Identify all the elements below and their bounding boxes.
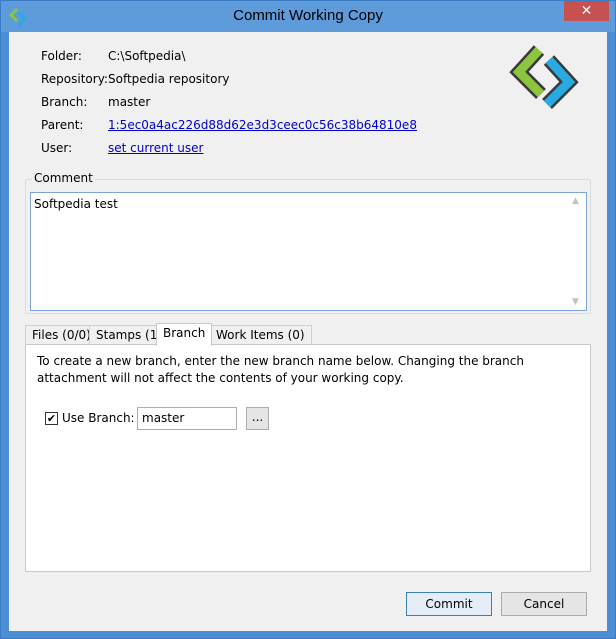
- browse-branch-button[interactable]: ...: [246, 407, 269, 430]
- window-title: Commit Working Copy: [233, 7, 383, 24]
- cancel-button[interactable]: Cancel: [501, 592, 587, 616]
- parent-label: Parent:: [41, 118, 84, 132]
- comment-legend: Comment: [32, 171, 95, 185]
- use-branch-checkbox[interactable]: ✔: [45, 412, 58, 425]
- sync-arrows-logo: [509, 45, 579, 109]
- set-current-user-link[interactable]: set current user: [108, 141, 203, 155]
- branch-value: master: [108, 95, 151, 109]
- repository-value: Softpedia repository: [108, 72, 230, 86]
- title-bar[interactable]: Commit Working Copy ✕: [1, 1, 615, 32]
- user-label: User:: [41, 141, 73, 155]
- scroll-down-arrow-icon[interactable]: ▼: [572, 297, 579, 307]
- folder-label: Folder:: [41, 49, 82, 63]
- parent-link[interactable]: 1:5ec0a4ac226d88d62e3d3ceec0c56c38b64810…: [108, 118, 417, 132]
- folder-value: C:\Softpedia\: [108, 49, 186, 63]
- comment-text: Softpedia test: [34, 197, 118, 211]
- comment-group: Comment Softpedia test ▲ ▼: [25, 171, 591, 314]
- repository-label: Repository:: [41, 72, 108, 86]
- tab-branch[interactable]: Branch: [156, 323, 213, 346]
- checkmark-icon: ✔: [46, 412, 57, 425]
- dialog-window: Commit Working Copy ✕ Folder: C:\Softped…: [0, 0, 616, 639]
- comment-textarea[interactable]: Softpedia test ▲ ▼: [30, 192, 587, 311]
- use-branch-label[interactable]: Use Branch:: [62, 411, 135, 425]
- comment-scrollbar[interactable]: ▲ ▼: [569, 193, 586, 310]
- branch-name-input[interactable]: master: [137, 407, 237, 430]
- commit-button[interactable]: Commit: [406, 592, 492, 616]
- branch-tab-panel: To create a new branch, enter the new br…: [25, 344, 591, 572]
- scroll-up-arrow-icon[interactable]: ▲: [572, 196, 579, 206]
- branch-description: To create a new branch, enter the new br…: [37, 354, 524, 385]
- branch-label: Branch:: [41, 95, 88, 109]
- tab-files[interactable]: Files (0/0): [25, 325, 98, 345]
- close-button[interactable]: ✕: [564, 1, 609, 21]
- dialog-body: Folder: C:\Softpedia\ Repository: Softpe…: [9, 32, 607, 631]
- tab-work-items[interactable]: Work Items (0): [209, 325, 312, 345]
